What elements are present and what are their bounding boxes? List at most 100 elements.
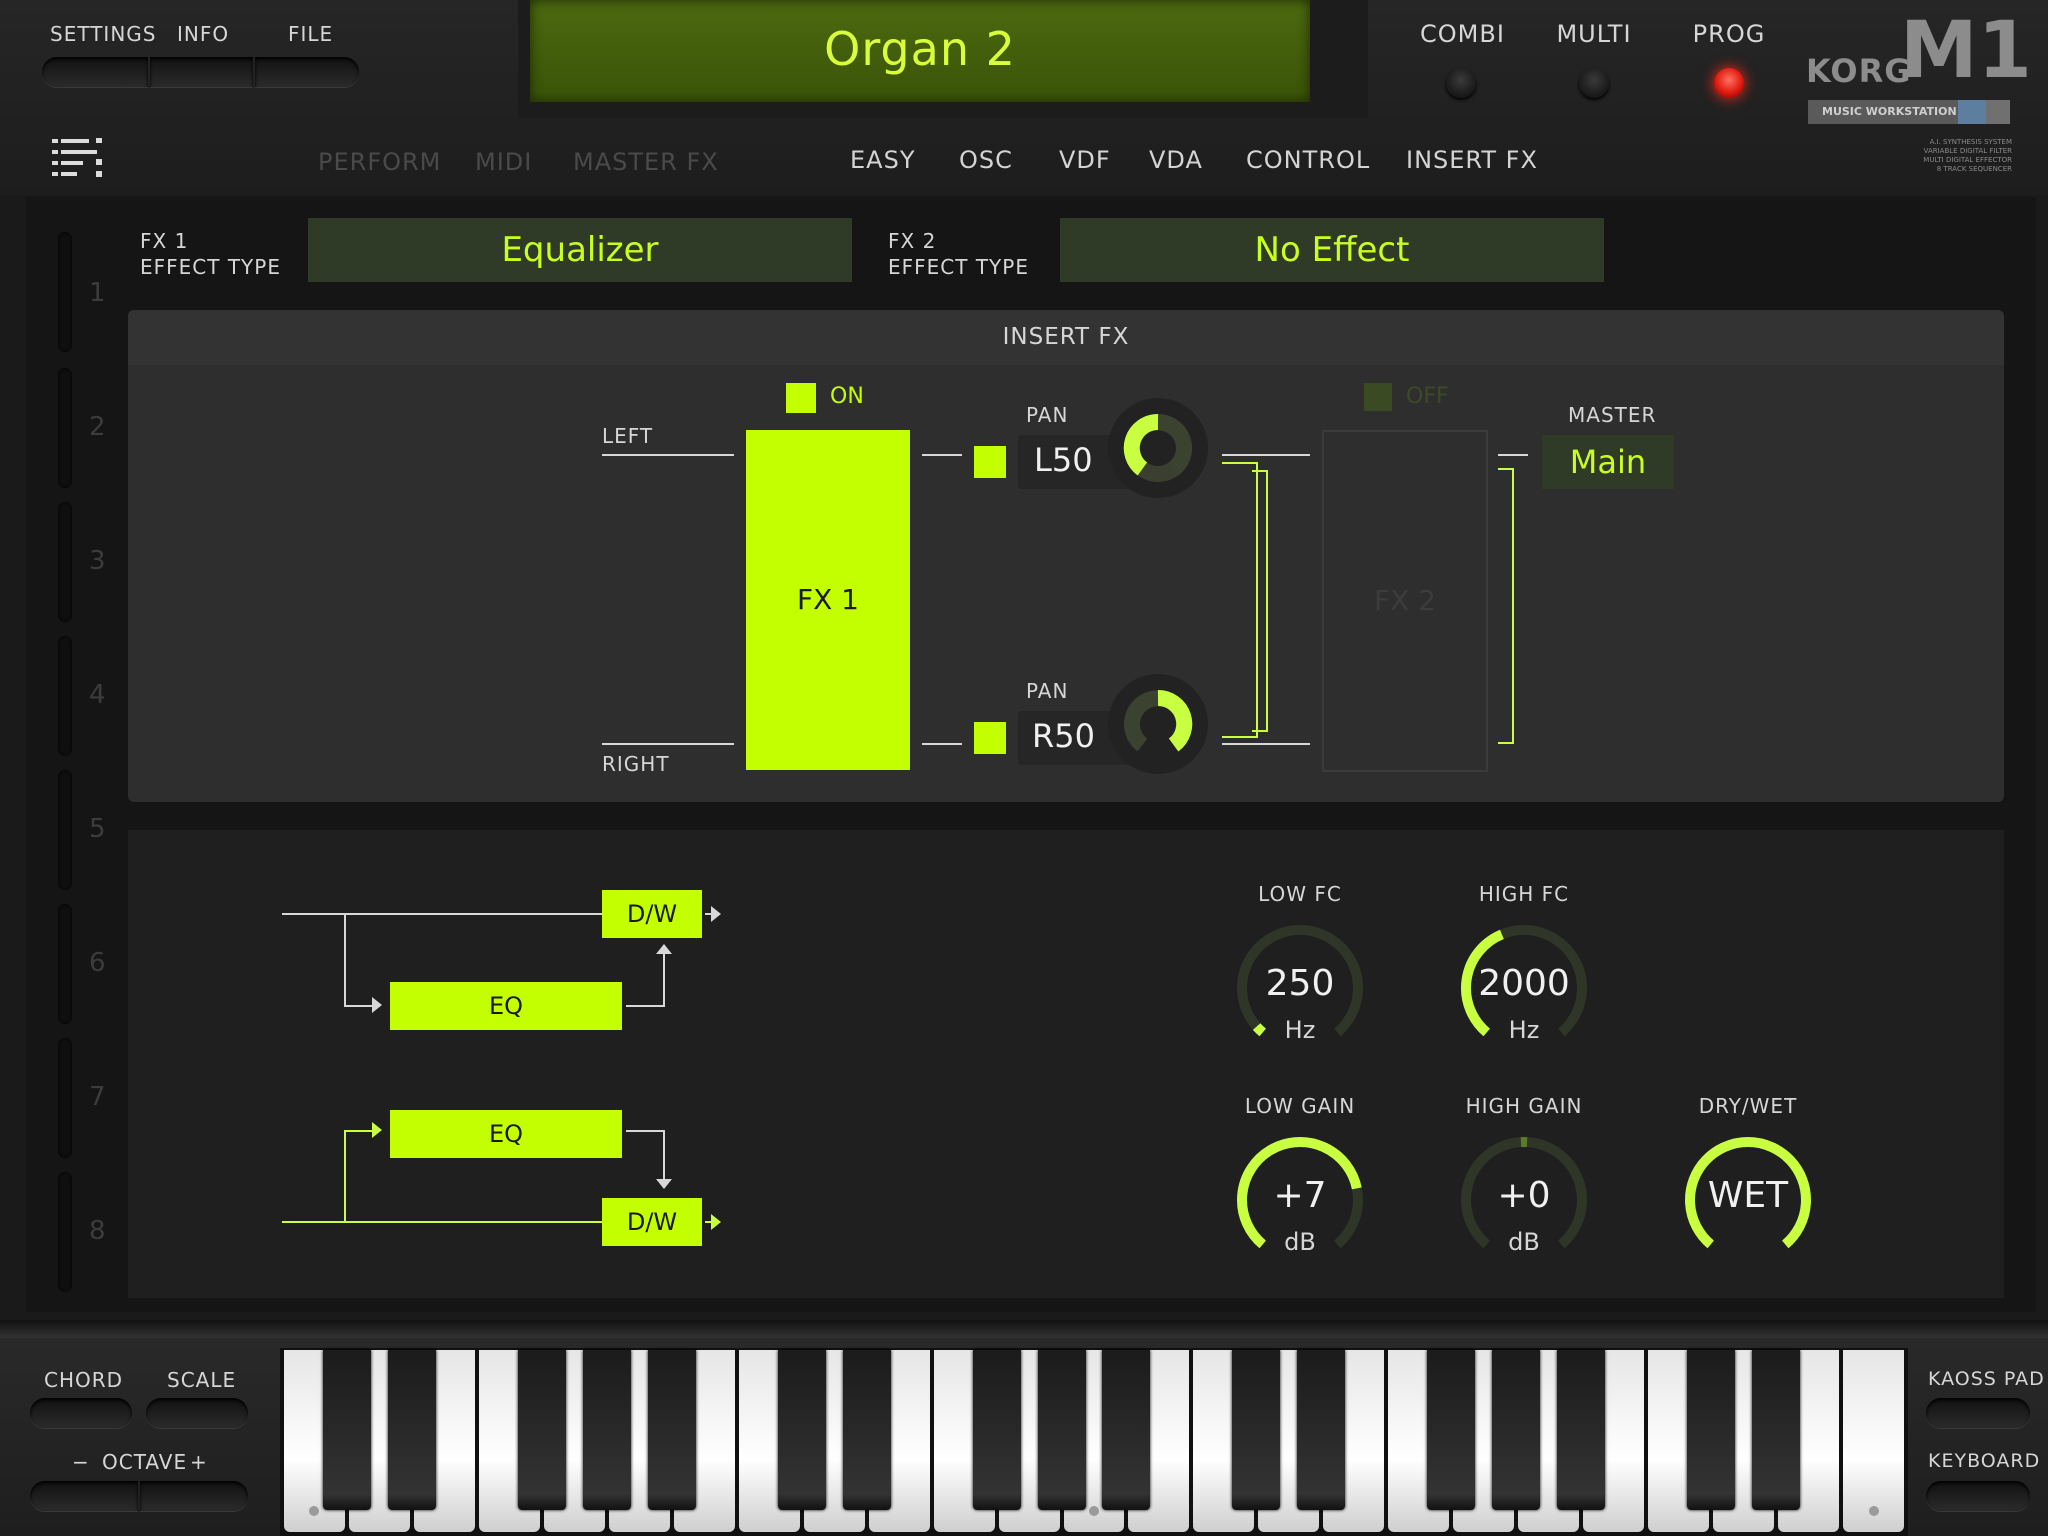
- master-select[interactable]: Main: [1542, 435, 1674, 489]
- diagram-line: [282, 913, 602, 915]
- black-key[interactable]: [322, 1350, 371, 1510]
- info-button[interactable]: [150, 57, 253, 87]
- track-strip-2[interactable]: [58, 368, 72, 488]
- octave-plus-label: +: [190, 1450, 208, 1474]
- diagram-line: [344, 1005, 374, 1007]
- diagram-line: [663, 950, 665, 1007]
- low-fc-value: 250: [1265, 963, 1335, 1004]
- black-key[interactable]: [387, 1350, 436, 1510]
- track-number: 2: [89, 412, 106, 442]
- program-name: Organ 2: [824, 22, 1016, 76]
- black-key[interactable]: [1037, 1350, 1086, 1510]
- scale-button[interactable]: [146, 1398, 248, 1428]
- pan-top-checkbox[interactable]: [974, 446, 1006, 478]
- black-key[interactable]: [1557, 1350, 1606, 1510]
- pan-bottom-checkbox[interactable]: [974, 722, 1006, 754]
- right-label: RIGHT: [602, 752, 670, 776]
- file-button[interactable]: [255, 57, 359, 87]
- tab-midi[interactable]: MIDI: [475, 148, 532, 176]
- black-key[interactable]: [1232, 1350, 1281, 1510]
- black-key[interactable]: [1492, 1350, 1541, 1510]
- multi-button[interactable]: [1579, 68, 1609, 98]
- octave-minus-label: −: [72, 1450, 90, 1474]
- combi-button[interactable]: [1446, 68, 1476, 98]
- black-key[interactable]: [972, 1350, 1021, 1510]
- keyboard-button[interactable]: [1926, 1481, 2030, 1511]
- pan-out-line-top: [1222, 454, 1310, 456]
- fx1-type-select[interactable]: Equalizer: [308, 218, 852, 282]
- track-strip-7[interactable]: [58, 1038, 72, 1158]
- black-key[interactable]: [647, 1350, 696, 1510]
- octave-up-button[interactable]: [140, 1481, 248, 1511]
- high-fc-value: 2000: [1478, 963, 1570, 1004]
- tab-osc[interactable]: OSC: [959, 146, 1013, 174]
- octave-down-button[interactable]: [30, 1481, 138, 1511]
- kaoss-pad-button[interactable]: [1926, 1398, 2030, 1428]
- scale-label: SCALE: [167, 1368, 237, 1392]
- tab-vda[interactable]: VDA: [1149, 146, 1203, 174]
- high-fc-unit: Hz: [1508, 1016, 1540, 1044]
- piano-keyboard[interactable]: [282, 1350, 1906, 1536]
- low-fc-label: LOW FC: [1258, 882, 1342, 906]
- track-strip-3[interactable]: [58, 502, 72, 622]
- chord-label: CHORD: [44, 1368, 124, 1392]
- bus-line: [1266, 470, 1268, 730]
- black-key[interactable]: [1752, 1350, 1801, 1510]
- diagram-line: [344, 913, 346, 1007]
- pan-top-label: PAN: [1026, 403, 1069, 427]
- spec-lines: A.I. SYNTHESIS SYSTEM VARIABLE DIGITAL F…: [1923, 138, 2012, 173]
- track-strip-6[interactable]: [58, 904, 72, 1024]
- multi-label: MULTI: [1556, 20, 1632, 48]
- right-line: [602, 743, 734, 745]
- info-label: INFO: [177, 22, 230, 46]
- fx2-out-line: [1498, 454, 1528, 456]
- diagram-line: [663, 1130, 665, 1180]
- fx2-type-select[interactable]: No Effect: [1060, 218, 1604, 282]
- chord-button[interactable]: [30, 1398, 132, 1428]
- tab-master-fx[interactable]: MASTER FX: [573, 148, 719, 176]
- white-key[interactable]: [1843, 1350, 1904, 1532]
- black-key[interactable]: [517, 1350, 566, 1510]
- tab-control[interactable]: CONTROL: [1246, 146, 1370, 174]
- master-bus-line: [1498, 742, 1514, 744]
- dry-wet-label: DRY/WET: [1698, 1094, 1798, 1118]
- tab-insert-fx[interactable]: INSERT FX: [1406, 146, 1538, 174]
- tab-easy[interactable]: EASY: [850, 146, 915, 174]
- black-key[interactable]: [1687, 1350, 1736, 1510]
- pan-bottom-knob[interactable]: [1106, 672, 1210, 776]
- master-bus-line: [1512, 468, 1514, 744]
- fx2-block[interactable]: FX 2: [1322, 430, 1488, 772]
- list-menu-icon[interactable]: [52, 138, 106, 180]
- track-strip-8[interactable]: [58, 1172, 72, 1292]
- track-strip-4[interactable]: [58, 636, 72, 756]
- fx1-on-checkbox[interactable]: [786, 383, 816, 413]
- left-line: [602, 454, 734, 456]
- tab-perform[interactable]: PERFORM: [318, 148, 441, 176]
- fx2-off-checkbox[interactable]: [1364, 383, 1392, 411]
- black-key[interactable]: [842, 1350, 891, 1510]
- c-key-marker: [309, 1506, 320, 1516]
- track-strip-1[interactable]: [58, 232, 72, 352]
- pan-bottom-value: R50: [1032, 717, 1095, 755]
- arrow-up-icon: [656, 944, 672, 954]
- bus-line: [1256, 462, 1258, 738]
- black-key[interactable]: [1102, 1350, 1151, 1510]
- tab-vdf[interactable]: VDF: [1059, 146, 1111, 174]
- dry-wet-block: D/W: [602, 1198, 702, 1246]
- black-key[interactable]: [582, 1350, 631, 1510]
- m1-logo: M1: [1900, 6, 2032, 96]
- low-fc-unit: Hz: [1284, 1016, 1316, 1044]
- track-number: 4: [89, 680, 106, 710]
- arrow-right-icon: [711, 1214, 721, 1230]
- pan-top-knob[interactable]: [1106, 396, 1210, 500]
- kaoss-pad-label: KAOSS PAD: [1928, 1368, 2045, 1390]
- track-strip-5[interactable]: [58, 770, 72, 890]
- black-key[interactable]: [1297, 1350, 1346, 1510]
- fx1-block[interactable]: FX 1: [746, 430, 910, 770]
- prog-button[interactable]: [1714, 68, 1744, 98]
- settings-button[interactable]: [42, 57, 148, 87]
- black-key[interactable]: [777, 1350, 826, 1510]
- prog-label: PROG: [1692, 20, 1766, 48]
- eq-block: EQ: [390, 982, 622, 1030]
- black-key[interactable]: [1427, 1350, 1476, 1510]
